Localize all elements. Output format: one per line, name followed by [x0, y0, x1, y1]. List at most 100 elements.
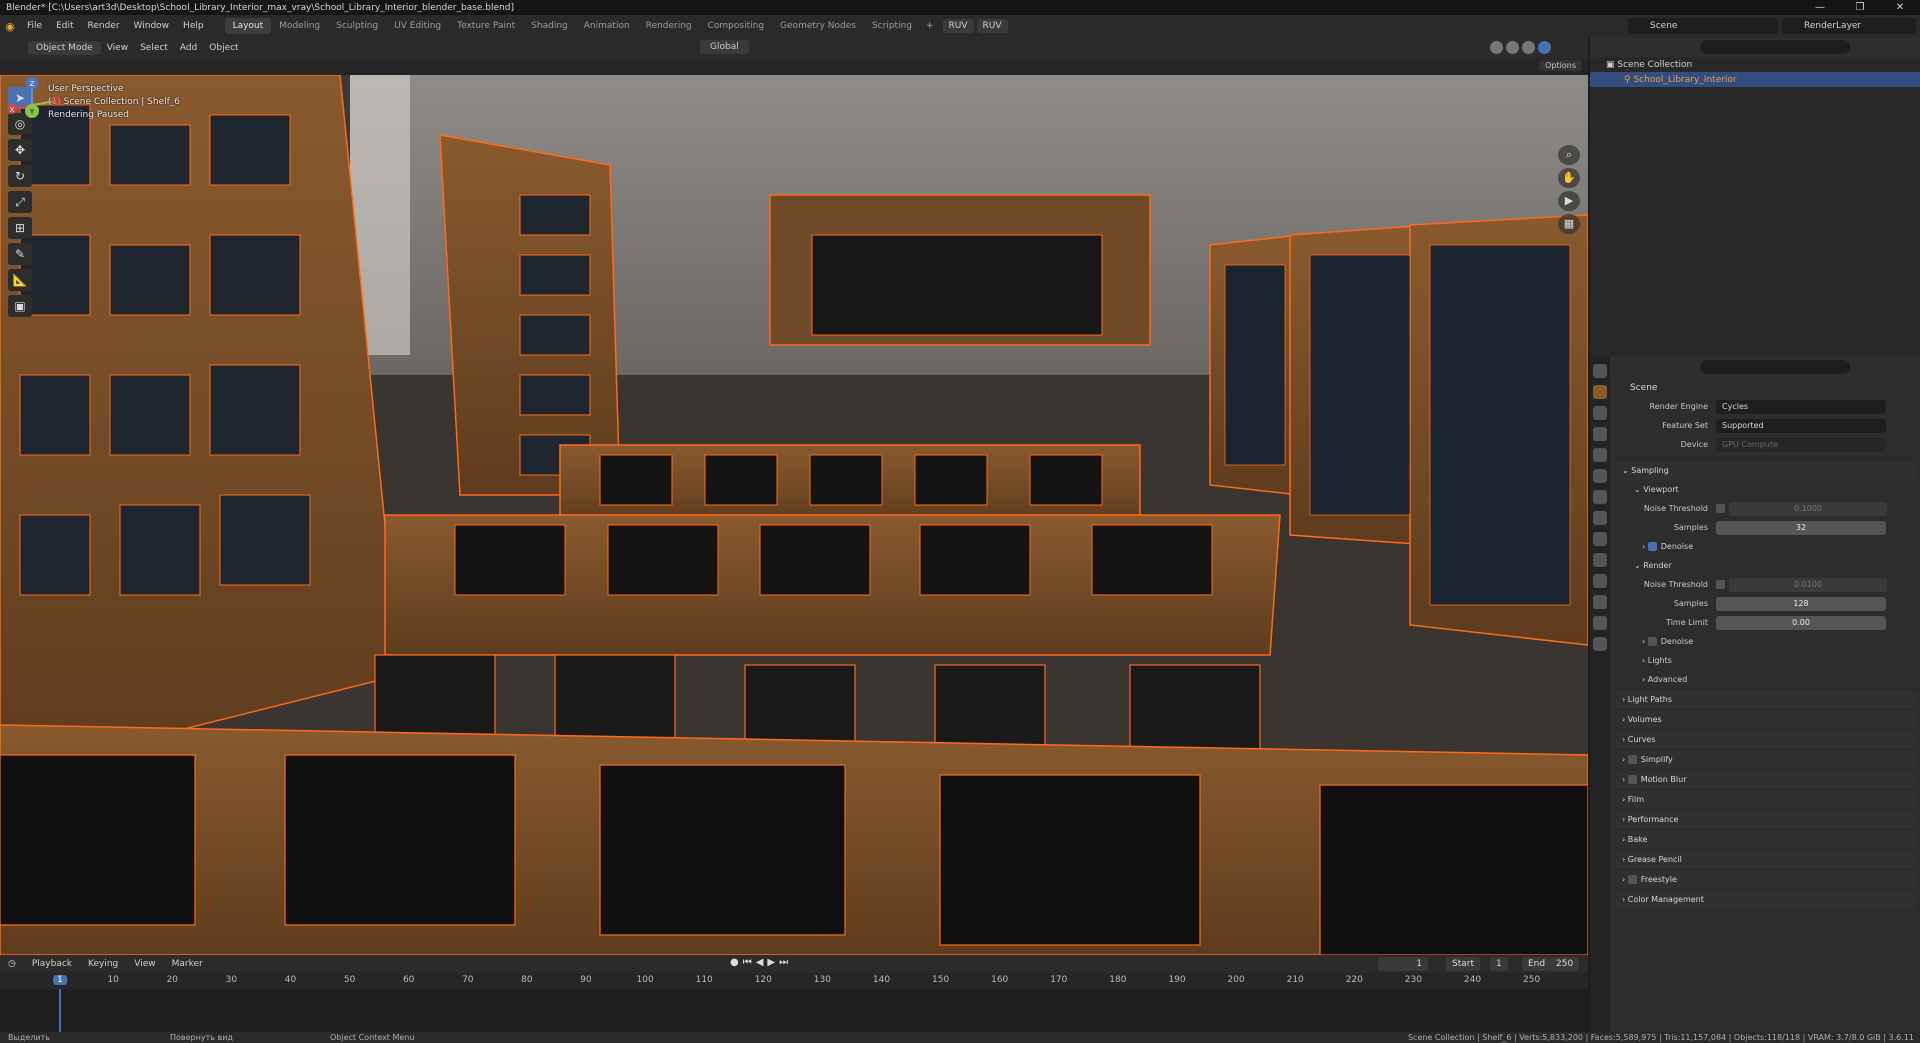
menu-help[interactable]: Help [176, 21, 211, 31]
panel-bake[interactable]: › Bake [1616, 829, 1916, 849]
render-samples-field[interactable]: 128 [1716, 596, 1886, 611]
menu-keying[interactable]: Keying [80, 959, 126, 969]
menu-view[interactable]: View [101, 41, 134, 55]
maximize-button[interactable]: ❐ [1840, 0, 1880, 15]
end-frame-field[interactable]: 250 [1550, 957, 1580, 971]
render-noise-checkbox[interactable] [1716, 580, 1725, 589]
tab-layout[interactable]: Layout [224, 18, 272, 34]
render-properties-icon[interactable] [1593, 385, 1607, 399]
subpanel-viewport[interactable]: ⌄ Viewport [1616, 480, 1916, 499]
menu-playback[interactable]: Playback [24, 959, 80, 969]
menu-object[interactable]: Object [203, 41, 244, 55]
tab-rendering[interactable]: Rendering [638, 18, 700, 34]
playhead[interactable] [59, 989, 61, 1032]
viewport-noise-checkbox[interactable] [1716, 504, 1725, 513]
view-layer-properties-icon[interactable] [1593, 427, 1607, 441]
data-properties-icon[interactable] [1593, 595, 1607, 609]
tool-properties-icon[interactable] [1593, 364, 1607, 378]
menu-render[interactable]: Render [81, 21, 127, 31]
tab-animation[interactable]: Animation [576, 18, 638, 34]
tab-scripting[interactable]: Scripting [864, 18, 920, 34]
options-dropdown[interactable]: Options [1539, 60, 1582, 71]
ruv-button-1[interactable]: RUV [942, 19, 974, 33]
panel-performance[interactable]: › Performance [1616, 809, 1916, 829]
blender-logo-icon[interactable]: ◉ [0, 20, 20, 33]
viewport-samples-field[interactable]: 32 [1716, 520, 1886, 535]
particle-properties-icon[interactable] [1593, 532, 1607, 546]
panel-light-paths[interactable]: › Light Paths [1616, 689, 1916, 709]
menu-add[interactable]: Add [174, 41, 203, 55]
timeline-editor-type-icon[interactable]: ◷ [0, 959, 24, 969]
render-engine-dropdown[interactable]: Cycles [1716, 399, 1886, 414]
tab-modeling[interactable]: Modeling [271, 18, 328, 34]
tab-geometry-nodes[interactable]: Geometry Nodes [772, 18, 864, 34]
menu-marker[interactable]: Marker [164, 959, 211, 969]
move-tool-icon[interactable]: ✥ [8, 139, 32, 161]
render-noise-field[interactable]: 0.0100 [1729, 577, 1887, 592]
add-workspace-button[interactable]: + [920, 21, 940, 31]
current-frame-field[interactable]: 1 [1378, 957, 1428, 971]
view-layer-selector[interactable]: RenderLayer [1782, 18, 1916, 34]
minimize-button[interactable]: — [1800, 0, 1840, 15]
texture-properties-icon[interactable] [1593, 637, 1607, 651]
annotate-tool-icon[interactable]: ✎ [8, 243, 32, 265]
feature-set-dropdown[interactable]: Supported [1716, 418, 1886, 433]
navigation-gizmo[interactable]: Z X Y [0, 75, 64, 135]
rotate-tool-icon[interactable]: ↻ [8, 165, 32, 187]
material-properties-icon[interactable] [1593, 616, 1607, 630]
rendered-shading-icon[interactable] [1538, 41, 1551, 54]
object-properties-icon[interactable] [1593, 490, 1607, 504]
subpanel-viewport-denoise[interactable]: › Denoise [1616, 537, 1916, 556]
tab-sculpting[interactable]: Sculpting [328, 18, 386, 34]
properties-search-input[interactable] [1700, 360, 1850, 374]
material-shading-icon[interactable] [1522, 41, 1535, 54]
menu-select[interactable]: Select [134, 41, 174, 55]
subpanel-render-denoise[interactable]: › Denoise [1616, 632, 1916, 651]
motion-blur-checkbox[interactable] [1627, 775, 1637, 784]
start-frame-field[interactable]: 1 [1490, 957, 1508, 971]
modifier-properties-icon[interactable] [1593, 511, 1607, 525]
panel-film[interactable]: › Film [1616, 789, 1916, 809]
camera-view-icon[interactable]: ▶ [1558, 191, 1580, 211]
panel-color-management[interactable]: › Color Management [1616, 889, 1916, 909]
wireframe-shading-icon[interactable] [1490, 41, 1503, 54]
add-cube-tool-icon[interactable]: ▣ [8, 295, 32, 317]
measure-tool-icon[interactable]: 📐 [8, 269, 32, 291]
outliner-scene-collection[interactable]: ▣ Scene Collection [1590, 57, 1920, 72]
subpanel-render[interactable]: ⌄ Render [1616, 556, 1916, 575]
viewport-noise-field[interactable]: 0.1000 [1729, 501, 1887, 516]
time-limit-field[interactable]: 0.00 [1716, 615, 1886, 630]
timeline-track-area[interactable] [0, 989, 1588, 1032]
output-properties-icon[interactable] [1593, 406, 1607, 420]
menu-edit[interactable]: Edit [49, 21, 80, 31]
panel-motion-blur[interactable]: › Motion Blur [1616, 769, 1916, 789]
world-properties-icon[interactable] [1593, 469, 1607, 483]
subpanel-lights[interactable]: › Lights [1616, 651, 1916, 670]
scene-properties-icon[interactable] [1593, 448, 1607, 462]
tab-shading[interactable]: Shading [523, 18, 576, 34]
freestyle-checkbox[interactable] [1627, 875, 1637, 884]
physics-properties-icon[interactable] [1593, 553, 1607, 567]
panel-freestyle[interactable]: › Freestyle [1616, 869, 1916, 889]
panel-simplify[interactable]: › Simplify [1616, 749, 1916, 769]
device-dropdown[interactable]: GPU Compute [1716, 437, 1886, 452]
tab-compositing[interactable]: Compositing [700, 18, 772, 34]
panel-volumes[interactable]: › Volumes [1616, 709, 1916, 729]
ruv-button-2[interactable]: RUV [976, 19, 1008, 33]
menu-file[interactable]: File [20, 21, 49, 31]
panel-sampling[interactable]: ⌄ Sampling [1616, 460, 1916, 480]
solid-shading-icon[interactable] [1506, 41, 1519, 54]
ortho-grid-icon[interactable]: ▦ [1558, 214, 1580, 234]
scale-tool-icon[interactable]: ⤢ [8, 191, 32, 213]
scene-selector[interactable]: Scene [1628, 18, 1778, 34]
3d-viewport[interactable]: User Perspective (1) Scene Collection | … [0, 75, 1588, 955]
tab-uv-editing[interactable]: UV Editing [386, 18, 449, 34]
outliner-item-school-library[interactable]: ⚲ School_Library_Interior [1590, 72, 1920, 87]
zoom-icon[interactable]: ⌕ [1558, 145, 1580, 165]
menu-timeline-view[interactable]: View [126, 959, 163, 969]
panel-grease-pencil[interactable]: › Grease Pencil [1616, 849, 1916, 869]
render-denoise-checkbox[interactable] [1647, 637, 1657, 646]
pan-hand-icon[interactable]: ✋ [1558, 168, 1580, 188]
timeline-ruler[interactable]: 1 10 20 30 40 50 60 70 80 90 100 110 120 130 140 150 160… [0, 973, 1588, 989]
close-button[interactable]: ✕ [1880, 0, 1920, 15]
